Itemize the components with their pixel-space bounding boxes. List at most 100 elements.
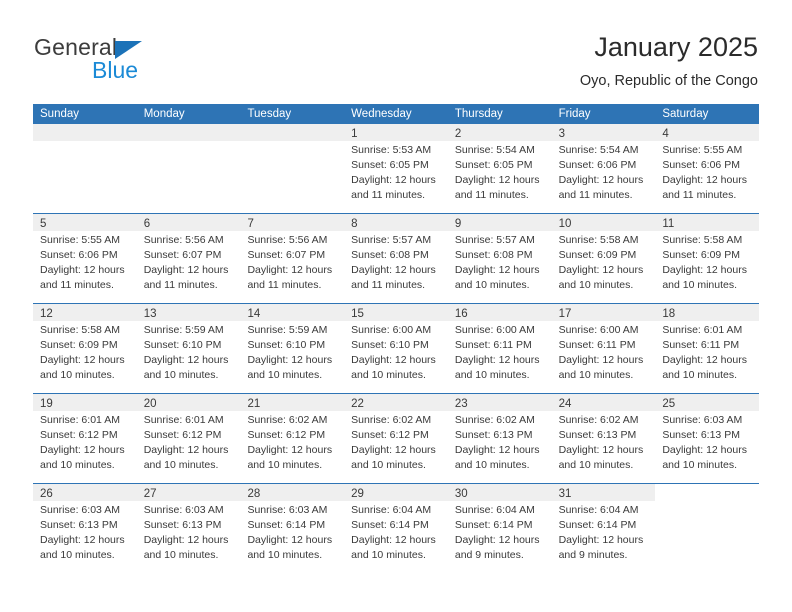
day-cell[interactable]: 16 Sunrise: 6:00 AM Sunset: 6:11 PM Dayligh… (447, 304, 552, 393)
day-sun-info: Sunrise: 6:01 AM Sunset: 6:12 PM Daylight:… (33, 411, 137, 473)
day-number: 2 (454, 128, 462, 140)
day-number-strip: 8 (344, 214, 448, 231)
day-cell[interactable]: 6 Sunrise: 5:56 AM Sunset: 6:07 PM Daylight… (136, 214, 241, 303)
day-cell[interactable]: 28 Sunrise: 6:03 AM Sunset: 6:14 PM Dayligh… (240, 484, 345, 573)
daylight-line-1: Daylight: 12 hours (558, 444, 644, 456)
sunset-line: Sunset: 6:14 PM (454, 519, 533, 531)
sunrise-line: Sunrise: 6:02 AM (454, 414, 535, 426)
day-sun-info: Sunrise: 5:59 AM Sunset: 6:10 PM Daylight:… (137, 321, 241, 383)
day-sun-info: Sunrise: 6:03 AM Sunset: 6:13 PM Daylight:… (137, 501, 241, 563)
day-cell[interactable]: 18 Sunrise: 6:01 AM Sunset: 6:11 PM Dayligh… (655, 304, 760, 393)
sunset-line: Sunset: 6:13 PM (662, 429, 740, 441)
sunset-line: Sunset: 6:06 PM (558, 159, 637, 171)
day-cell[interactable]: 14 Sunrise: 5:59 AM Sunset: 6:10 PM Dayligh… (240, 304, 345, 393)
daylight-line-1: Daylight: 12 hours (143, 264, 229, 276)
daylight-line-2: and 10 minutes. (662, 369, 738, 381)
daylight-line-2: and 11 minutes. (143, 279, 218, 291)
sunrise-line: Sunrise: 5:56 AM (143, 234, 224, 246)
day-cell[interactable]: 30 Sunrise: 6:04 AM Sunset: 6:14 PM Dayligh… (447, 484, 552, 573)
day-sun-info: Sunrise: 5:56 AM Sunset: 6:07 PM Daylight:… (137, 231, 241, 293)
daylight-line-2: and 10 minutes. (247, 459, 323, 471)
weekday-header-sunday: Sunday (40, 108, 80, 120)
day-cell[interactable]: 4 Sunrise: 5:55 AM Sunset: 6:06 PM Daylight… (655, 124, 760, 213)
day-cell[interactable]: 13 Sunrise: 5:59 AM Sunset: 6:10 PM Dayligh… (136, 304, 241, 393)
day-sun-info: Sunrise: 5:57 AM Sunset: 6:08 PM Daylight:… (344, 231, 448, 293)
sunrise-line: Sunrise: 6:03 AM (662, 414, 743, 426)
day-sun-info: Sunrise: 6:03 AM Sunset: 6:13 PM Daylight:… (655, 411, 759, 473)
day-number-strip: 15 (344, 304, 448, 321)
daylight-line-1: Daylight: 12 hours (662, 264, 747, 276)
day-cell[interactable]: 9 Sunrise: 5:57 AM Sunset: 6:08 PM Daylight… (447, 214, 552, 303)
day-cell[interactable]: 31 Sunrise: 6:04 AM Sunset: 6:14 PM Dayligh… (551, 484, 656, 573)
day-cell[interactable]: 1 Sunrise: 5:53 AM Sunset: 6:05 PM Daylight… (344, 124, 448, 213)
day-number-strip (33, 124, 137, 141)
daylight-line-1: Daylight: 12 hours (143, 354, 229, 366)
day-cell[interactable]: 11 Sunrise: 5:58 AM Sunset: 6:09 PM Dayligh… (655, 214, 760, 303)
weekday-header-tuesday: Tuesday (247, 108, 292, 120)
day-cell-empty (655, 484, 760, 573)
day-number-strip: 2 (447, 124, 552, 141)
day-number: 26 (40, 488, 53, 500)
calendar-week-row: 1 Sunrise: 5:53 AM Sunset: 6:05 PM Daylight… (33, 124, 760, 214)
day-cell[interactable]: 21 Sunrise: 6:02 AM Sunset: 6:12 PM Dayligh… (240, 394, 345, 483)
day-cell[interactable]: 15 Sunrise: 6:00 AM Sunset: 6:10 PM Dayligh… (344, 304, 448, 393)
sunrise-line: Sunrise: 5:53 AM (351, 144, 432, 156)
sunrise-line: Sunrise: 5:54 AM (558, 144, 639, 156)
daylight-line-2: and 10 minutes. (143, 369, 219, 381)
day-cell[interactable]: 17 Sunrise: 6:00 AM Sunset: 6:11 PM Dayligh… (551, 304, 656, 393)
daylight-line-1: Daylight: 12 hours (454, 444, 540, 456)
daylight-line-2: and 10 minutes. (454, 369, 530, 381)
day-sun-info: Sunrise: 5:55 AM Sunset: 6:06 PM Daylight:… (33, 231, 137, 293)
sunset-line: Sunset: 6:13 PM (40, 519, 118, 531)
daylight-line-1: Daylight: 12 hours (40, 264, 125, 276)
sunset-line: Sunset: 6:05 PM (351, 159, 429, 171)
daylight-line-1: Daylight: 12 hours (662, 444, 747, 456)
day-number-strip: 30 (447, 484, 552, 501)
daylight-line-1: Daylight: 12 hours (351, 534, 436, 546)
day-cell[interactable]: 3 Sunrise: 5:54 AM Sunset: 6:06 PM Daylight… (551, 124, 656, 213)
day-number-strip: 18 (655, 304, 760, 321)
day-cell[interactable]: 25 Sunrise: 6:03 AM Sunset: 6:13 PM Dayligh… (655, 394, 760, 483)
daylight-line-1: Daylight: 12 hours (247, 354, 333, 366)
day-number-strip: 10 (551, 214, 656, 231)
daylight-line-1: Daylight: 12 hours (40, 534, 125, 546)
day-number-strip: 3 (551, 124, 656, 141)
day-cell[interactable]: 24 Sunrise: 6:02 AM Sunset: 6:13 PM Dayligh… (551, 394, 656, 483)
day-cell[interactable]: 7 Sunrise: 5:56 AM Sunset: 6:07 PM Daylight… (240, 214, 345, 303)
day-sun-info: Sunrise: 6:02 AM Sunset: 6:12 PM Daylight:… (344, 411, 448, 473)
day-cell[interactable]: 22 Sunrise: 6:02 AM Sunset: 6:12 PM Dayligh… (344, 394, 448, 483)
day-cell[interactable]: 19 Sunrise: 6:01 AM Sunset: 6:12 PM Dayligh… (33, 394, 137, 483)
day-cell[interactable]: 12 Sunrise: 5:58 AM Sunset: 6:09 PM Dayligh… (33, 304, 137, 393)
sunset-line: Sunset: 6:13 PM (558, 429, 637, 441)
day-number: 5 (40, 218, 47, 230)
day-cell[interactable]: 23 Sunrise: 6:02 AM Sunset: 6:13 PM Dayligh… (447, 394, 552, 483)
day-sun-info: Sunrise: 5:58 AM Sunset: 6:09 PM Daylight:… (655, 231, 759, 293)
day-cell[interactable]: 5 Sunrise: 5:55 AM Sunset: 6:06 PM Daylight… (33, 214, 137, 303)
daylight-line-1: Daylight: 12 hours (40, 444, 125, 456)
sunset-line: Sunset: 6:11 PM (558, 339, 636, 351)
day-sun-info: Sunrise: 6:04 AM Sunset: 6:14 PM Daylight:… (448, 501, 552, 563)
day-number-strip: 27 (136, 484, 241, 501)
day-cell[interactable]: 26 Sunrise: 6:03 AM Sunset: 6:13 PM Dayligh… (33, 484, 137, 573)
day-cell[interactable]: 20 Sunrise: 6:01 AM Sunset: 6:12 PM Dayligh… (136, 394, 241, 483)
day-number: 27 (143, 488, 157, 500)
day-number: 25 (662, 398, 676, 410)
sunrise-line: Sunrise: 6:03 AM (40, 504, 120, 516)
day-cell[interactable]: 2 Sunrise: 5:54 AM Sunset: 6:05 PM Daylight… (447, 124, 552, 213)
sunset-line: Sunset: 6:06 PM (662, 159, 740, 171)
day-cell[interactable]: 27 Sunrise: 6:03 AM Sunset: 6:13 PM Dayligh… (136, 484, 241, 573)
day-cell[interactable]: 8 Sunrise: 5:57 AM Sunset: 6:08 PM Daylight… (344, 214, 448, 303)
general-blue-logo[interactable]: General Blue (34, 34, 234, 90)
daylight-line-1: Daylight: 12 hours (454, 174, 540, 186)
day-cell[interactable]: 29 Sunrise: 6:04 AM Sunset: 6:14 PM Dayligh… (344, 484, 448, 573)
daylight-line-2: and 10 minutes. (662, 279, 738, 291)
day-cell[interactable]: 10 Sunrise: 5:58 AM Sunset: 6:09 PM Dayligh… (551, 214, 656, 303)
daylight-line-2: and 10 minutes. (558, 369, 634, 381)
sunset-line: Sunset: 6:12 PM (40, 429, 118, 441)
day-sun-info: Sunrise: 5:53 AM Sunset: 6:05 PM Daylight:… (344, 141, 448, 203)
day-number-strip: 6 (136, 214, 241, 231)
sunrise-line: Sunrise: 5:57 AM (351, 234, 432, 246)
day-number-strip: 22 (344, 394, 448, 411)
calendar-weeks: 1 Sunrise: 5:53 AM Sunset: 6:05 PM Daylight… (33, 124, 760, 573)
day-number-strip: 29 (344, 484, 448, 501)
